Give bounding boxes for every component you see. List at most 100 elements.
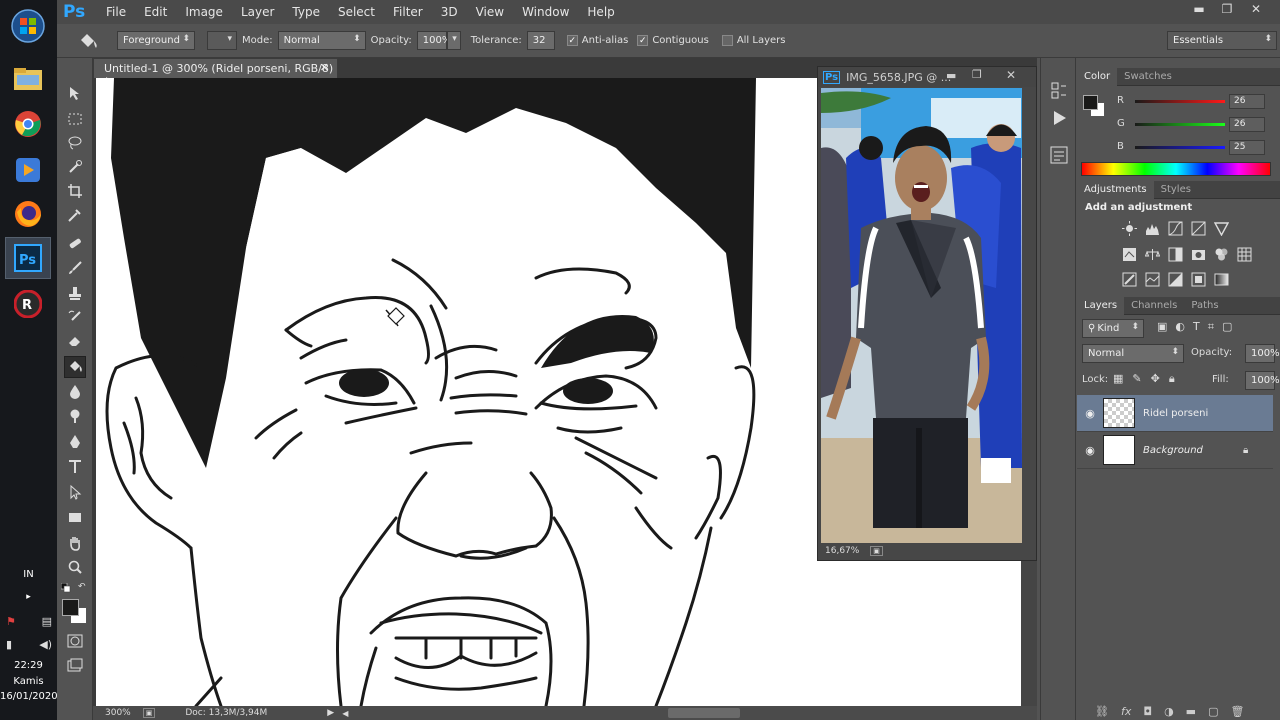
- blur-tool[interactable]: [64, 381, 86, 403]
- history-panel-icon[interactable]: [1050, 82, 1068, 103]
- close-icon[interactable]: ✕: [1244, 2, 1268, 20]
- eyedropper-tool[interactable]: [64, 204, 86, 226]
- network-icon[interactable]: ▮: [6, 638, 12, 651]
- input-language[interactable]: IN: [0, 569, 57, 580]
- blue-track[interactable]: [1135, 146, 1225, 149]
- taskbar-chrome[interactable]: [6, 104, 50, 144]
- healing-brush-tool[interactable]: [64, 232, 86, 254]
- layer-opacity-field[interactable]: 100%: [1245, 344, 1280, 363]
- clipboard-icon[interactable]: ▤: [42, 615, 52, 628]
- minimize-icon[interactable]: ▬: [946, 69, 956, 82]
- taskbar-firefox[interactable]: [6, 194, 50, 234]
- marquee-tool[interactable]: [64, 108, 86, 130]
- taskbar-media-player[interactable]: [6, 150, 50, 190]
- dodge-tool[interactable]: [64, 405, 86, 427]
- swap-colors-icon[interactable]: ↶: [78, 582, 86, 592]
- levels-icon[interactable]: [1144, 220, 1161, 237]
- posterize-icon[interactable]: [1144, 271, 1161, 288]
- crop-tool[interactable]: [64, 180, 86, 202]
- lock-all-icon[interactable]: 🔒︎: [1169, 372, 1175, 386]
- layer-style-fx-icon[interactable]: fx: [1121, 705, 1131, 718]
- actions-play-icon[interactable]: [1051, 109, 1069, 130]
- tab-channels[interactable]: Channels: [1124, 297, 1184, 315]
- layer-row-ridel[interactable]: ◉ Ridel porseni: [1077, 395, 1273, 432]
- screen-mode-button[interactable]: [64, 655, 86, 677]
- menu-filter[interactable]: Filter: [384, 5, 432, 19]
- antialias-checkbox[interactable]: ✓ Anti-alias: [566, 35, 634, 46]
- filter-shape-icon[interactable]: ⌗: [1208, 320, 1214, 334]
- menu-type[interactable]: Type: [283, 5, 329, 19]
- workspace-dropdown[interactable]: Essentials ⬍: [1167, 31, 1277, 50]
- default-colors-icon[interactable]: [60, 582, 71, 596]
- visibility-eye-icon[interactable]: ◉: [1077, 444, 1103, 457]
- eraser-tool[interactable]: [64, 330, 86, 352]
- close-icon[interactable]: ✕: [1006, 68, 1016, 82]
- green-track[interactable]: [1135, 123, 1225, 126]
- color-lookup-icon[interactable]: [1236, 246, 1253, 263]
- new-layer-icon[interactable]: ▢: [1208, 705, 1218, 718]
- lock-pixels-icon[interactable]: ✎: [1132, 372, 1141, 386]
- opacity-field[interactable]: 100%: [416, 31, 451, 50]
- green-slider[interactable]: G 26: [1077, 117, 1280, 140]
- menu-window[interactable]: Window: [513, 5, 578, 19]
- volume-icon[interactable]: ◀): [39, 638, 52, 651]
- action-center-icon[interactable]: ⚑: [6, 615, 16, 628]
- quick-mask-button[interactable]: [64, 630, 86, 652]
- curves-icon[interactable]: [1167, 220, 1184, 237]
- menu-3d[interactable]: 3D: [432, 5, 467, 19]
- close-tab-icon[interactable]: ✕: [320, 61, 329, 74]
- pattern-picker[interactable]: ▾: [207, 31, 237, 50]
- selective-color-icon[interactable]: [1190, 271, 1207, 288]
- foreground-color-swatch[interactable]: [62, 599, 79, 616]
- color-balance-icon[interactable]: [1144, 246, 1161, 263]
- new-adjustment-icon[interactable]: ◑: [1164, 705, 1174, 718]
- horizontal-scroll-thumb[interactable]: [668, 708, 741, 718]
- clock-date[interactable]: 16/01/2020: [0, 691, 58, 702]
- red-value[interactable]: 26: [1229, 94, 1265, 109]
- photo-zoom-level[interactable]: 16,67%: [825, 546, 859, 556]
- new-group-icon[interactable]: ▬: [1186, 705, 1196, 718]
- blend-mode-dropdown[interactable]: Normal ⬍: [1082, 344, 1184, 363]
- tab-paths[interactable]: Paths: [1184, 297, 1225, 315]
- exposure-icon[interactable]: [1190, 220, 1207, 237]
- brush-tool[interactable]: [64, 257, 86, 279]
- layer-filter-dropdown[interactable]: ⚲ Kind ⬍: [1082, 319, 1144, 338]
- tolerance-field[interactable]: 32: [526, 31, 555, 50]
- clock-time[interactable]: 22:29: [0, 660, 57, 671]
- vibrance-icon[interactable]: [1213, 220, 1230, 237]
- contiguous-checkbox[interactable]: ✓ Contiguous: [637, 35, 714, 46]
- invert-icon[interactable]: [1121, 271, 1138, 288]
- clone-stamp-tool[interactable]: [64, 282, 86, 304]
- lock-position-icon[interactable]: ✥: [1151, 372, 1160, 386]
- status-toggle-icon[interactable]: ▣: [142, 708, 156, 718]
- color-spectrum-ramp[interactable]: [1081, 162, 1271, 176]
- menu-select[interactable]: Select: [329, 5, 384, 19]
- visibility-eye-icon[interactable]: ◉: [1077, 407, 1103, 420]
- photo-window-titlebar[interactable]: Ps IMG_5658.JPG @ ... ▬ ❐ ✕: [818, 67, 1036, 87]
- start-button[interactable]: [6, 6, 50, 46]
- green-value[interactable]: 26: [1229, 117, 1265, 132]
- menu-edit[interactable]: Edit: [135, 5, 176, 19]
- reference-photo[interactable]: [821, 88, 1022, 543]
- red-slider[interactable]: R 26: [1077, 94, 1280, 117]
- tab-layers[interactable]: Layers: [1077, 296, 1125, 315]
- taskbar-photoshop[interactable]: Ps: [5, 237, 51, 279]
- link-layers-icon[interactable]: ⛓: [1095, 705, 1109, 718]
- threshold-icon[interactable]: [1167, 271, 1184, 288]
- color-panel-foreground[interactable]: [1083, 95, 1098, 110]
- pen-tool[interactable]: [64, 431, 86, 453]
- red-track[interactable]: [1135, 100, 1225, 103]
- tab-color[interactable]: Color: [1077, 67, 1118, 86]
- tab-swatches[interactable]: Swatches: [1117, 68, 1179, 86]
- scroll-left-icon[interactable]: ◀: [342, 709, 348, 718]
- channel-mixer-icon[interactable]: [1213, 246, 1230, 263]
- menu-layer[interactable]: Layer: [232, 5, 283, 19]
- taskbar-explorer[interactable]: [6, 59, 50, 99]
- gradient-map-icon[interactable]: [1213, 271, 1230, 288]
- lock-transparent-icon[interactable]: ▦: [1113, 372, 1123, 386]
- properties-panel-icon[interactable]: [1050, 146, 1068, 167]
- restore-icon[interactable]: ❐: [1215, 2, 1239, 20]
- menu-view[interactable]: View: [467, 5, 513, 19]
- tool-preset-picker[interactable]: [57, 32, 117, 50]
- tab-adjustments[interactable]: Adjustments: [1077, 180, 1154, 199]
